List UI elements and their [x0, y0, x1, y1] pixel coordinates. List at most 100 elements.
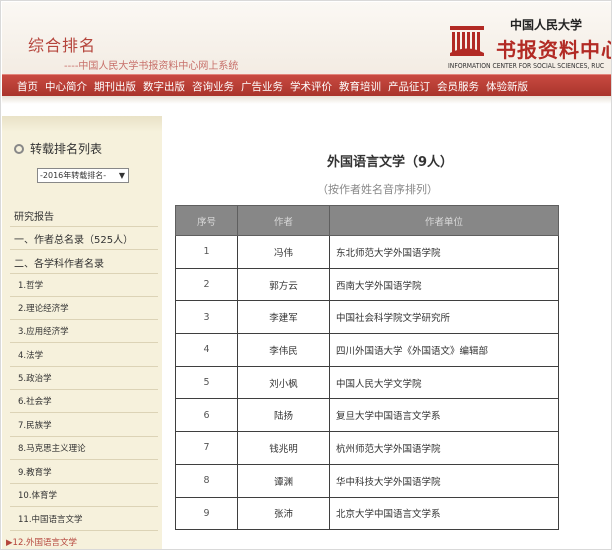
sidebar-heading-label: 转载排名列表 — [30, 142, 103, 156]
row-index: 7 — [175, 431, 238, 465]
nav-item-ads[interactable]: 广告业务 — [241, 79, 283, 94]
sidebar-divider — [10, 319, 158, 320]
sidebar-divider — [10, 389, 158, 390]
sidebar-divider — [10, 226, 158, 227]
row-author: 李伟民 — [237, 333, 330, 367]
nav-item-members[interactable]: 会员服务 — [437, 79, 479, 94]
column-header-author: 作者 — [237, 205, 330, 236]
sidebar-divider — [10, 296, 158, 297]
row-index: 5 — [175, 365, 238, 400]
nav-item-digital[interactable]: 数字出版 — [143, 79, 185, 94]
logo-en: INFORMATION CENTER FOR SOCIAL SCIENCES, … — [448, 62, 605, 70]
sidebar: 转载排名列表 -2016年转载排名- ▼ 研究报告 一、作者总名录（525人） 二… — [2, 116, 162, 549]
row-author: 冯伟 — [237, 235, 330, 269]
row-index: 2 — [175, 267, 238, 302]
nav-item-consulting[interactable]: 咨询业务 — [192, 79, 234, 94]
row-affiliation: 华中科技大学外国语学院 — [329, 463, 559, 498]
row-index: 3 — [175, 300, 238, 335]
logo-cn-main: 书报资料中心 — [496, 38, 612, 62]
page-frame: 综合排名 ----中国人民大学书报资料中心网上系统 中国人民大学 书报资料中心 … — [0, 0, 612, 550]
sidebar-divider — [10, 412, 158, 413]
row-affiliation: 四川外国语大学《外国语文》编辑部 — [329, 333, 559, 367]
nav-item-journals[interactable]: 期刊出版 — [94, 79, 136, 94]
sidebar-divider — [10, 530, 158, 531]
sidebar-subject-education[interactable]: 9.教育学 — [18, 466, 52, 478]
nav-item-new-version[interactable]: 体验新版 — [486, 79, 528, 94]
row-author: 张沛 — [237, 496, 330, 531]
table-row: 7 钱兆明 杭州师范大学外国语学院 — [175, 431, 559, 465]
year-ranking-select[interactable]: -2016年转载排名- ▼ — [37, 168, 129, 183]
row-index: 4 — [175, 333, 238, 367]
sidebar-subject-foreign-literature[interactable]: ▶12.外国语言文学 — [6, 536, 77, 548]
sidebar-divider — [10, 436, 158, 437]
sidebar-subject-applied-economics[interactable]: 3.应用经济学 — [18, 325, 69, 337]
sidebar-subject-chinese-literature[interactable]: 11.中国语言文学 — [18, 513, 83, 525]
table-row: 2 郭方云 西南大学外国语学院 — [175, 267, 559, 302]
table-row: 1 冯伟 东北师范大学外国语学院 — [175, 235, 559, 269]
row-author: 钱兆明 — [237, 431, 330, 465]
row-affiliation: 北京大学中国语言文学系 — [329, 496, 559, 531]
nav-item-home[interactable]: 首页 — [17, 79, 38, 94]
table-row: 8 谭渊 华中科技大学外国语学院 — [175, 463, 559, 498]
sidebar-subject-marxism[interactable]: 8.马克思主义理论 — [18, 442, 86, 454]
table-row: 6 陆扬 复旦大学中国语言文学系 — [175, 398, 559, 433]
page-title: 外国语言文学（9人） — [327, 155, 454, 170]
row-author: 郭方云 — [237, 267, 330, 302]
sidebar-divider — [10, 249, 158, 250]
sidebar-subject-theoretical-economics[interactable]: 2.理论经济学 — [18, 302, 69, 314]
author-table: 序号 作者 作者单位 1 冯伟 东北师范大学外国语学院 2 郭方云 西南大学外国… — [175, 205, 559, 531]
sidebar-subject-law[interactable]: 4.法学 — [18, 349, 43, 361]
sidebar-top-band — [2, 116, 162, 132]
row-affiliation: 西南大学外国语学院 — [329, 267, 559, 302]
site-title: 综合排名 — [28, 36, 97, 55]
sidebar-subject-sociology[interactable]: 6.社会学 — [18, 395, 52, 407]
sidebar-divider — [10, 506, 158, 507]
row-author: 谭渊 — [237, 463, 330, 498]
logo-mark-icon — [450, 26, 484, 56]
column-header-index: 序号 — [175, 205, 238, 236]
table-header-row: 序号 作者 作者单位 — [175, 205, 559, 236]
nav-item-evaluation[interactable]: 学术评价 — [290, 79, 332, 94]
sidebar-item-total[interactable]: 一、作者总名录（525人） — [14, 231, 133, 246]
row-author: 李建军 — [237, 300, 330, 335]
sidebar-divider — [10, 273, 158, 274]
nav-item-subscribe[interactable]: 产品征订 — [388, 79, 430, 94]
table-row: 5 刘小枫 中国人民大学文学院 — [175, 365, 559, 400]
row-affiliation: 中国人民大学文学院 — [329, 365, 559, 400]
sidebar-section-report[interactable]: 研究报告 — [14, 208, 54, 223]
year-ranking-select-value: -2016年转载排名- — [40, 171, 107, 180]
nav-shadow — [2, 96, 611, 104]
row-index: 1 — [175, 235, 238, 269]
sidebar-divider — [10, 483, 158, 484]
sidebar-divider — [10, 366, 158, 367]
row-index: 9 — [175, 496, 238, 531]
row-author: 刘小枫 — [237, 365, 330, 400]
row-affiliation: 复旦大学中国语言文学系 — [329, 398, 559, 433]
site-subtitle: ----中国人民大学书报资料中心网上系统 — [64, 61, 239, 72]
row-index: 8 — [175, 463, 238, 498]
column-header-affiliation: 作者单位 — [329, 205, 559, 236]
nav-item-training[interactable]: 教育培训 — [339, 79, 381, 94]
sidebar-item-subject[interactable]: 二、各学科作者名录 — [14, 255, 104, 270]
table-row: 3 李建军 中国社会科学院文学研究所 — [175, 300, 559, 335]
main-nav: 首页 中心简介 期刊出版 数字出版 咨询业务 广告业务 学术评价 教育培训 产品… — [2, 74, 611, 96]
sidebar-divider — [10, 459, 158, 460]
dropdown-arrow-icon: ▼ — [118, 171, 125, 180]
row-affiliation: 东北师范大学外国语学院 — [329, 235, 559, 269]
sidebar-subject-ethnology[interactable]: 7.民族学 — [18, 419, 52, 431]
sidebar-subject-sports[interactable]: 10.体育学 — [18, 489, 57, 501]
row-author: 陆扬 — [237, 398, 330, 433]
nav-item-about[interactable]: 中心简介 — [45, 79, 87, 94]
sidebar-divider — [10, 342, 158, 343]
sidebar-heading: 转载排名列表 — [14, 140, 102, 157]
sidebar-subject-philosophy[interactable]: 1.哲学 — [18, 279, 43, 291]
table-row: 4 李伟民 四川外国语大学《外国语文》编辑部 — [175, 333, 559, 367]
table-row: 9 张沛 北京大学中国语言文学系 — [175, 496, 559, 531]
logo-cn-top: 中国人民大学 — [510, 18, 583, 32]
sidebar-subject-politics[interactable]: 5.政治学 — [18, 372, 52, 384]
sort-note: （按作者姓名音序排列） — [317, 183, 438, 196]
row-index: 6 — [175, 398, 238, 433]
logo[interactable]: 中国人民大学 书报资料中心 INFORMATION CENTER FOR SOC… — [448, 14, 611, 72]
row-affiliation: 中国社会科学院文学研究所 — [329, 300, 559, 335]
radio-circle-icon — [14, 144, 24, 154]
